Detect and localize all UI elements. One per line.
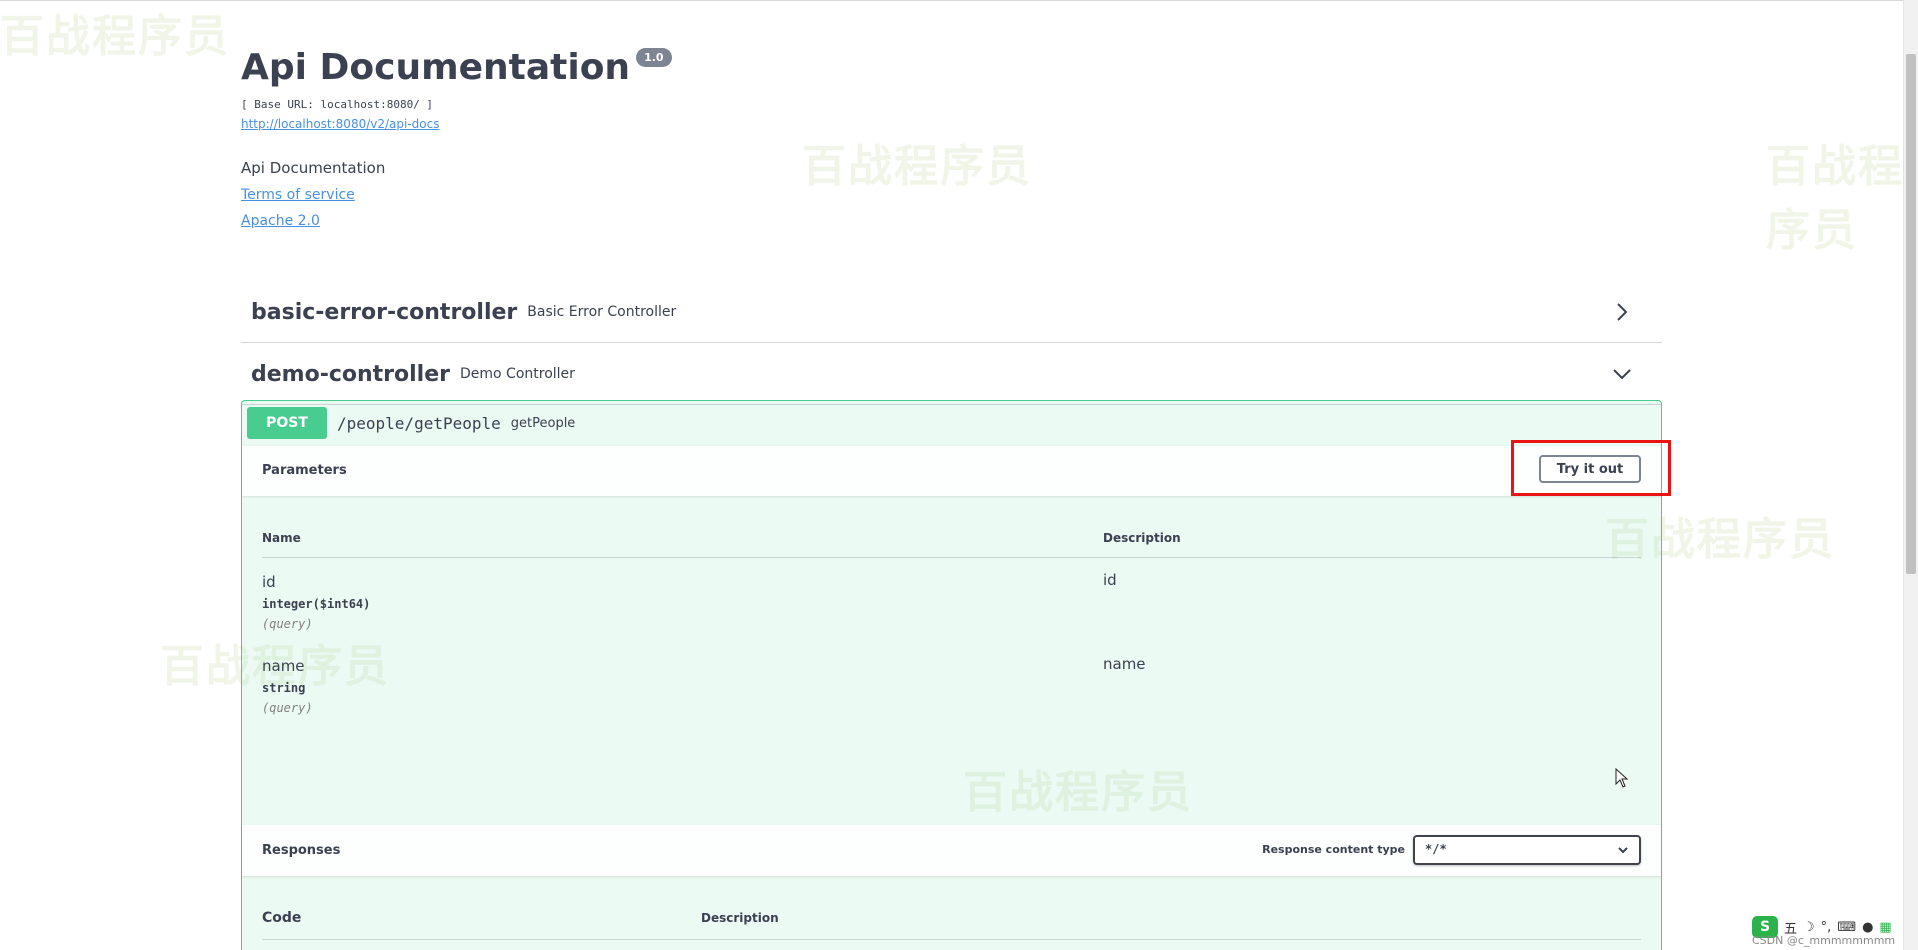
chevron-down-icon[interactable] (1612, 364, 1632, 384)
api-description: Api Documentation (241, 159, 386, 177)
moon-icon[interactable]: ☽ (1803, 920, 1815, 935)
parameters-title: Parameters (262, 463, 347, 478)
parameter-name: id (262, 573, 276, 591)
highlight-box (1511, 440, 1671, 496)
column-header-description: Description (701, 911, 779, 925)
responses-title: Responses (262, 843, 341, 858)
punctuation-icon[interactable]: °, (1821, 920, 1832, 935)
mouse-cursor-icon (1615, 768, 1629, 788)
version-badge: 1.0 (636, 48, 672, 67)
response-content-type-label: Response content type (1262, 843, 1405, 856)
swagger-container: Api Documentation 1.0 [ Base URL: localh… (241, 40, 1671, 950)
vertical-scrollbar[interactable] (1903, 0, 1918, 950)
api-docs-link[interactable]: http://localhost:8080/v2/api-docs (241, 117, 439, 131)
parameter-in: (query) (262, 701, 313, 715)
tag-name: basic-error-controller (251, 299, 518, 325)
column-header-code: Code (262, 910, 302, 926)
parameters-header: Parameters Try it out (242, 440, 1671, 496)
operation-post-getpeople: POST /people/getPeople getPeople Paramet… (241, 400, 1671, 950)
parameter-type: integer($int64) (262, 597, 371, 611)
tag-description: Demo Controller (460, 366, 575, 382)
grid-icon[interactable]: ▦ (1879, 920, 1891, 935)
response-content-type-value: */* (1425, 842, 1447, 856)
scrollbar-thumb[interactable] (1906, 54, 1916, 574)
tag-name: demo-controller (251, 361, 450, 387)
column-header-description: Description (1103, 531, 1181, 545)
parameter-description: name (1103, 655, 1146, 673)
response-content-type-select[interactable]: */* (1413, 835, 1641, 865)
operation-summary[interactable]: POST /people/getPeople getPeople (242, 401, 1661, 446)
page-title: Api Documentation (241, 47, 631, 88)
divider (262, 557, 1641, 558)
parameter-description: id (1103, 571, 1117, 589)
parameter-in: (query) (262, 617, 313, 631)
csdn-credit: CSDN @c_mmmmmmmm (1752, 934, 1896, 947)
user-icon[interactable]: ● (1862, 920, 1873, 935)
watermark: 百战程序员 (0, 11, 230, 62)
column-header-name: Name (262, 531, 301, 545)
chevron-down-icon (1618, 847, 1628, 854)
info-header: Api Documentation 1.0 (241, 40, 1662, 96)
base-url: [ Base URL: localhost:8080/ ] (241, 98, 434, 111)
operation-path: /people/getPeople (337, 413, 501, 433)
terms-of-service-link[interactable]: Terms of service (241, 187, 1662, 203)
keyboard-icon[interactable]: ⌨ (1837, 920, 1856, 935)
tag-basic-error-controller[interactable]: basic-error-controller Basic Error Contr… (241, 282, 1662, 343)
license-link[interactable]: Apache 2.0 (241, 213, 1662, 229)
divider (262, 939, 1641, 940)
tag-description: Basic Error Controller (527, 304, 677, 320)
method-badge: POST (247, 407, 327, 439)
parameter-type: string (262, 681, 306, 695)
parameter-name: name (262, 657, 305, 675)
system-tray: S 五 ☽ °, ⌨ ● ▦ CSDN @c_mmmmmmmm (1752, 912, 1918, 950)
watermark: 百战程序员 (1766, 141, 1904, 256)
tag-demo-controller[interactable]: demo-controller Demo Controller (241, 344, 1662, 405)
operation-summary-text: getPeople (510, 415, 576, 431)
responses-header: Responses Response content type */* (242, 825, 1661, 876)
chevron-right-icon[interactable] (1612, 302, 1632, 322)
top-border (0, 0, 1918, 4)
